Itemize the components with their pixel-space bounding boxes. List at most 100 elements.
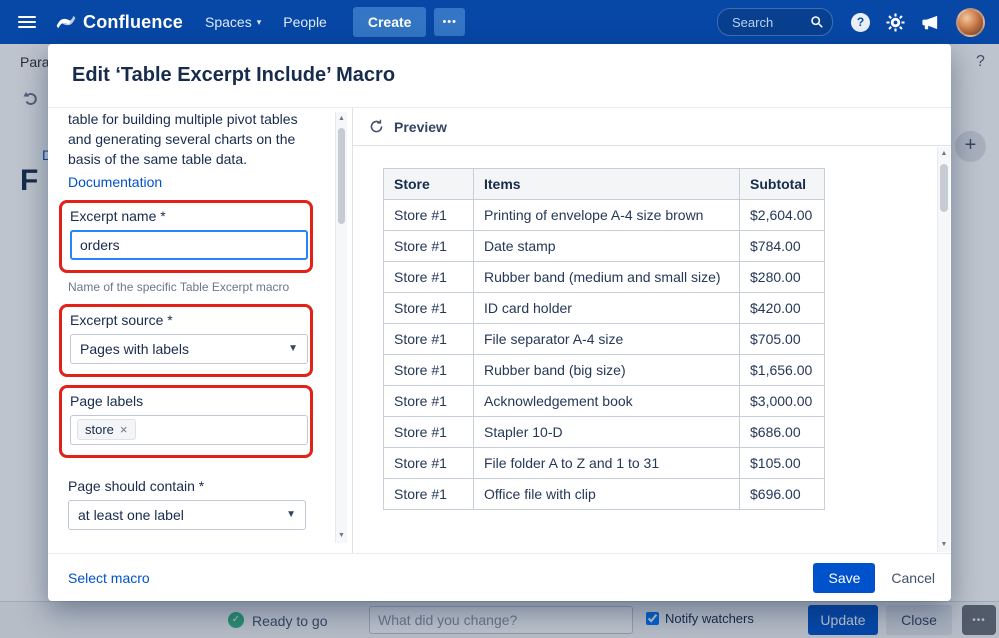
edit-macro-dialog: Edit ‘Table Excerpt Include’ Macro table… [48,44,951,601]
table-cell: $784.00 [739,230,825,262]
excerpt-source-label: Excerpt source * [70,311,173,328]
table-row: Store #1 ID card holder $420.00 [383,292,825,324]
table-row: Store #1 Rubber band (big size) $1,656.00 [383,354,825,386]
dropdown-arrow-icon: ▼ [286,509,296,521]
confluence-logo[interactable]: Confluence [56,12,183,33]
page-contain-label: Page should contain * [68,477,205,494]
page-labels-input[interactable]: store × [70,414,308,445]
search-icon [811,16,823,28]
question-icon: ? [851,12,870,32]
table-cell: $280.00 [739,261,825,293]
search-space-label: Search in space [68,550,318,553]
preview-pane: Preview Store Items Subtotal Store #1 Print… [352,108,951,553]
scroll-down-icon[interactable]: ▼ [938,538,950,552]
refresh-icon[interactable] [369,119,384,134]
table-cell: Store #1 [383,230,474,262]
table-header-cell: Subtotal [739,168,825,200]
table-cell: Rubber band (big size) [473,354,740,386]
excerpt-name-label: Excerpt name * [70,207,166,224]
preview-table-body: Store #1 Printing of envelope A-4 size br… [383,199,825,510]
table-cell: Store #1 [383,478,474,510]
hamburger-menu-icon[interactable] [18,16,36,28]
annotation-highlight-excerpt-name: Excerpt name * [59,199,313,273]
table-cell: Store #1 [383,354,474,386]
table-row: Store #1 Office file with clip $696.00 [383,478,825,510]
label-chip-text: store [85,422,114,438]
nav-people-label: People [283,14,327,30]
create-button[interactable]: Create [352,7,427,37]
table-cell: Printing of envelope A-4 size brown [473,199,740,231]
annotation-highlight-page-labels: Page labels store × [59,384,313,458]
scroll-up-icon[interactable]: ▲ [336,112,347,126]
table-row: Store #1 File folder A to Z and 1 to 31 $1… [383,447,825,479]
page-contain-value: at least one label [78,506,184,523]
table-cell: Store #1 [383,292,474,324]
table-cell: File separator A-4 size [473,323,740,355]
page-labels-label: Page labels [70,392,144,409]
search-input[interactable] [730,13,810,31]
table-cell: Date stamp [473,230,740,262]
table-row: Store #1 Rubber band (medium and small si… [383,261,825,293]
table-row: Store #1 Stapler 10-D $686.00 [383,416,825,448]
excerpt-source-select[interactable]: Pages with labels ▼ [70,333,308,364]
nav-people[interactable]: People [283,14,327,30]
table-cell: Store #1 [383,416,474,448]
confluence-logo-icon [56,15,76,29]
table-cell: $696.00 [739,478,825,510]
announcements-button[interactable] [921,13,940,32]
documentation-link[interactable]: Documentation [68,174,162,190]
preview-content: Store Items Subtotal Store #1 Printing of e… [353,146,951,553]
table-row: Store #1 Printing of envelope A-4 size br… [383,199,825,231]
save-button[interactable]: Save [813,562,876,593]
chevron-down-icon: ▾ [256,16,262,27]
nav-search[interactable] [717,8,833,36]
nav-spaces-label: Spaces [205,14,252,30]
table-cell: $2,604.00 [739,199,825,231]
select-macro-link[interactable]: Select macro [68,570,150,586]
dialog-footer: Select macro Save Cancel [48,553,951,601]
help-button[interactable]: ? [851,12,870,32]
table-cell: $705.00 [739,323,825,355]
table-header-row: Store Items Subtotal [383,168,825,200]
table-cell: ID card holder [473,292,740,324]
table-cell: $1,656.00 [739,354,825,386]
label-chip: store × [77,419,136,441]
annotation-highlight-excerpt-source: Excerpt source * Pages with labels ▼ [59,303,313,377]
settings-button[interactable] [886,12,905,32]
scroll-down-icon[interactable]: ▼ [336,529,347,543]
scrollbar-thumb[interactable] [940,164,948,212]
cancel-link[interactable]: Cancel [891,570,935,586]
macro-settings-pane: table for building multiple pivot tables… [48,108,352,553]
top-nav: Confluence Spaces ▾ People Create ••• ? [0,0,999,44]
page-contain-select[interactable]: at least one label ▼ [68,499,306,530]
nav-more-button[interactable]: ••• [434,8,465,36]
table-cell: Store #1 [383,447,474,479]
macro-description: table for building multiple pivot tables… [68,111,298,167]
table-cell: Store #1 [383,199,474,231]
nav-spaces[interactable]: Spaces ▾ [205,14,261,30]
settings-scrollbar[interactable]: ▲ ▼ [335,112,347,543]
table-row: Store #1 File separator A-4 size $705.00 [383,323,825,355]
table-cell: Rubber band (medium and small size) [473,261,740,293]
scrollbar-thumb[interactable] [338,128,345,224]
table-cell: Stapler 10-D [473,416,740,448]
table-cell: $420.00 [739,292,825,324]
chip-remove-icon[interactable]: × [120,422,128,437]
table-cell: Acknowledgement book [473,385,740,417]
table-cell: Store #1 [383,385,474,417]
gear-icon [886,12,905,32]
megaphone-icon [922,15,938,29]
table-cell: Office file with clip [473,478,740,510]
table-cell: $105.00 [739,447,825,479]
dialog-title: Edit ‘Table Excerpt Include’ Macro [48,44,951,108]
brand-name: Confluence [83,11,184,32]
user-avatar[interactable] [956,7,985,37]
preview-table: Store Items Subtotal Store #1 Printing of e… [383,168,825,510]
scroll-up-icon[interactable]: ▲ [938,147,950,161]
table-cell: Store #1 [383,323,474,355]
excerpt-name-help: Name of the specific Table Excerpt macro [68,279,290,294]
table-row: Store #1 Date stamp $784.00 [383,230,825,262]
excerpt-name-input[interactable] [70,229,308,260]
preview-scrollbar[interactable]: ▲ ▼ [937,147,950,552]
table-row: Store #1 Acknowledgement book $3,000.00 [383,385,825,417]
